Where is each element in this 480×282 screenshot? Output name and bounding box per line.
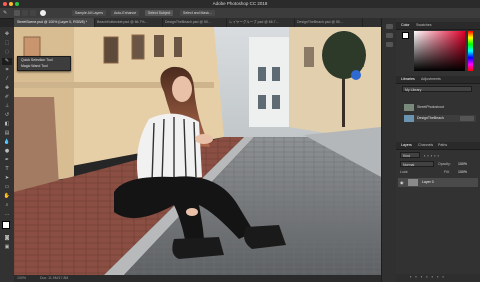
add-to-selection-icon[interactable] xyxy=(22,10,28,16)
library-item-label: StreetPhotoshoot xyxy=(417,105,445,109)
app-title: Adobe Photoshop CC 2018 xyxy=(212,1,268,6)
library-item-badge xyxy=(460,116,474,121)
rectangle-tool-icon[interactable]: ▭ xyxy=(2,184,12,191)
tab-label: レイヤーグループ.psd @ 66.7... xyxy=(229,20,279,24)
tab-adjustments[interactable]: Adjustments xyxy=(421,77,441,81)
color-picker-field[interactable] xyxy=(414,31,465,71)
tab-label: DesignTheBeach.psd @ 50... xyxy=(165,20,211,24)
title-bar: Adobe Photoshop CC 2018 xyxy=(0,0,480,8)
path-selection-tool-icon[interactable]: ➤ xyxy=(2,175,12,182)
layers-panel-header: Layers Channels Paths xyxy=(396,142,480,150)
document-tab-bar: StreetScene.psd @ 100% (Layer 0, RGB/8) … xyxy=(14,18,396,27)
layer-thumbnail xyxy=(408,179,418,186)
type-tool-icon[interactable]: T xyxy=(2,166,12,173)
dodge-tool-icon[interactable]: ● xyxy=(2,148,12,155)
quick-selection-tool-icon[interactable]: ✎ xyxy=(2,58,12,65)
properties-panel-icon[interactable] xyxy=(386,33,393,38)
blur-tool-icon[interactable]: 💧 xyxy=(2,139,12,146)
tab-label: BeachHolbecket.psd @ 66.7%... xyxy=(97,20,148,24)
select-and-mask-button[interactable]: Select and Mask... xyxy=(180,10,215,16)
zoom-tool-icon[interactable]: ⌕ xyxy=(2,202,12,209)
history-brush-tool-icon[interactable]: ↺ xyxy=(2,112,12,119)
lock-label: Lock: xyxy=(400,170,409,174)
tab-swatches[interactable]: Swatches xyxy=(416,23,432,27)
blend-mode-select[interactable]: Normal xyxy=(400,161,434,167)
tab-color[interactable]: Color xyxy=(401,23,410,27)
tab-beachholbecket[interactable]: BeachHolbecket.psd @ 66.7%... xyxy=(94,18,163,27)
fill-value[interactable]: 100% xyxy=(458,170,467,174)
status-bar: 100% Doc: 11.9M/17.8M xyxy=(14,275,381,282)
hue-slider[interactable] xyxy=(468,31,473,71)
layers-panel-footer-icons[interactable]: ▪▪▪▪▪▪▪ xyxy=(396,274,480,282)
sample-all-layers-checkbox[interactable]: Sample All Layers xyxy=(72,10,107,16)
opacity-value[interactable]: 100% xyxy=(458,162,467,166)
tab-streetscene[interactable]: StreetScene.psd @ 100% (Layer 0, RGB/8) … xyxy=(14,18,95,27)
tab-designthebeach-2[interactable]: DesignTheBeach.psd @ 50... xyxy=(294,18,363,27)
eyedropper-tool-icon[interactable]: ⁄ xyxy=(2,76,12,83)
select-subject-button[interactable]: Select Subject xyxy=(145,10,174,16)
healing-brush-tool-icon[interactable]: ✚ xyxy=(2,85,12,92)
tab-label: StreetScene.psd @ 100% (Layer 0, RGB/8) … xyxy=(17,20,88,24)
foreground-color-swatch[interactable] xyxy=(2,221,10,229)
screen-mode-icon[interactable]: ▣ xyxy=(2,244,12,251)
tab-channels[interactable]: Channels xyxy=(418,143,433,147)
brush-size-icon[interactable] xyxy=(40,10,46,16)
library-item-label: DesignTheBeach xyxy=(417,116,444,120)
tooltip-line-quick-selection: Quick Selection Tool xyxy=(21,58,53,62)
auto-enhance-checkbox[interactable]: Auto-Enhance xyxy=(111,10,140,16)
fill-label: Fill: xyxy=(444,170,450,174)
tab-paths[interactable]: Paths xyxy=(438,143,447,147)
library-item[interactable]: StreetPhotoshoot xyxy=(404,104,476,111)
library-thumbnail xyxy=(404,104,414,111)
hand-tool-icon[interactable]: ✋ xyxy=(2,193,12,200)
brush-tool-icon[interactable]: ✐ xyxy=(2,94,12,101)
clone-stamp-tool-icon[interactable]: ⊥ xyxy=(2,103,12,110)
layer-filter-icons[interactable]: ▪▪▪▪▪ xyxy=(424,153,472,158)
libraries-panel-header: Libraries Adjustments xyxy=(396,76,480,84)
more-tools-icon[interactable]: … xyxy=(2,211,12,218)
lasso-tool-icon[interactable]: ◌ xyxy=(2,49,12,56)
subtract-selection-icon[interactable] xyxy=(30,10,36,16)
document-size: Doc: 11.9M/17.8M xyxy=(40,276,69,280)
opacity-label: Opacity: xyxy=(438,162,451,166)
tooltip-line-magic-wand: Magic Wand Tool xyxy=(21,64,48,68)
pen-tool-icon[interactable]: ✒ xyxy=(2,157,12,164)
library-thumbnail xyxy=(404,115,414,122)
layer-kind-filter[interactable]: Kind xyxy=(400,152,420,158)
tab-libraries[interactable]: Libraries xyxy=(401,77,415,81)
layer-visibility-icon[interactable]: ◉ xyxy=(400,180,404,185)
tools-panel: ✥ ⬚ ◌ ✎ ⌗ ⁄ ✚ ✐ ⊥ ↺ ◧ ▤ 💧 ● ✒ T ➤ ▭ ✋ ⌕ … xyxy=(0,27,15,282)
eraser-tool-icon[interactable]: ◧ xyxy=(2,121,12,128)
move-tool-icon[interactable]: ✥ xyxy=(2,31,12,38)
tab-layer-group[interactable]: レイヤーグループ.psd @ 66.7... xyxy=(226,18,295,27)
tab-layers[interactable]: Layers xyxy=(401,143,412,147)
color-panel-header: Color Swatches xyxy=(396,22,480,30)
library-item[interactable]: DesignTheBeach xyxy=(404,115,476,122)
crop-tool-icon[interactable]: ⌗ xyxy=(2,67,12,74)
color-foreground-swatch[interactable] xyxy=(402,32,409,39)
adjustments-panel-icon[interactable] xyxy=(386,42,393,47)
layer-row[interactable]: ◉ Layer 0 xyxy=(398,178,478,187)
layer-name: Layer 0 xyxy=(422,180,434,184)
marquee-tool-icon[interactable]: ⬚ xyxy=(2,40,12,47)
gradient-tool-icon[interactable]: ▤ xyxy=(2,130,12,137)
new-selection-icon[interactable] xyxy=(14,10,20,16)
tool-tooltip: Quick Selection Tool Magic Wand Tool xyxy=(17,56,71,71)
tab-designthebeach[interactable]: DesignTheBeach.psd @ 50... xyxy=(162,18,227,27)
tab-label: DesignTheBeach.psd @ 50... xyxy=(297,20,343,24)
history-panel-icon[interactable] xyxy=(386,24,393,29)
library-select[interactable]: My Library xyxy=(402,86,472,92)
quick-mask-icon[interactable]: ◙ xyxy=(2,235,12,242)
zoom-level[interactable]: 100% xyxy=(17,275,26,282)
quick-selection-tool-icon[interactable]: ✎ xyxy=(3,10,10,16)
